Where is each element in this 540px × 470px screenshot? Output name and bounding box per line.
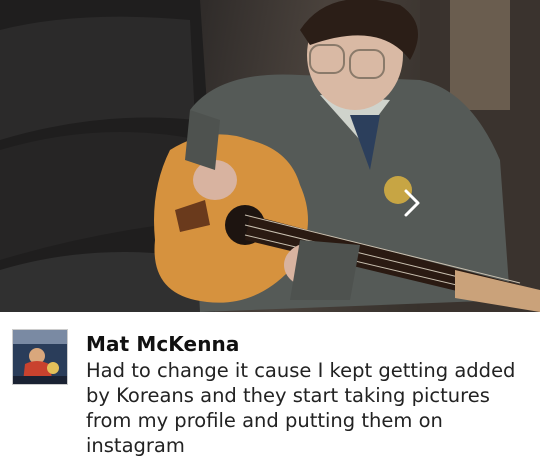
next-photo-button[interactable] (402, 188, 434, 224)
comment-text: Had to change it cause I kept getting ad… (86, 359, 516, 457)
avatar-image (13, 330, 67, 384)
guitar-player-photo (0, 0, 540, 312)
user-thumbnail[interactable] (12, 329, 68, 385)
comment-author[interactable]: Mat McKenna (86, 332, 239, 356)
chevron-right-icon (404, 189, 420, 217)
comment-card: Mat McKenna Had to change it cause I kep… (0, 312, 540, 470)
post-photo[interactable] (0, 0, 540, 312)
